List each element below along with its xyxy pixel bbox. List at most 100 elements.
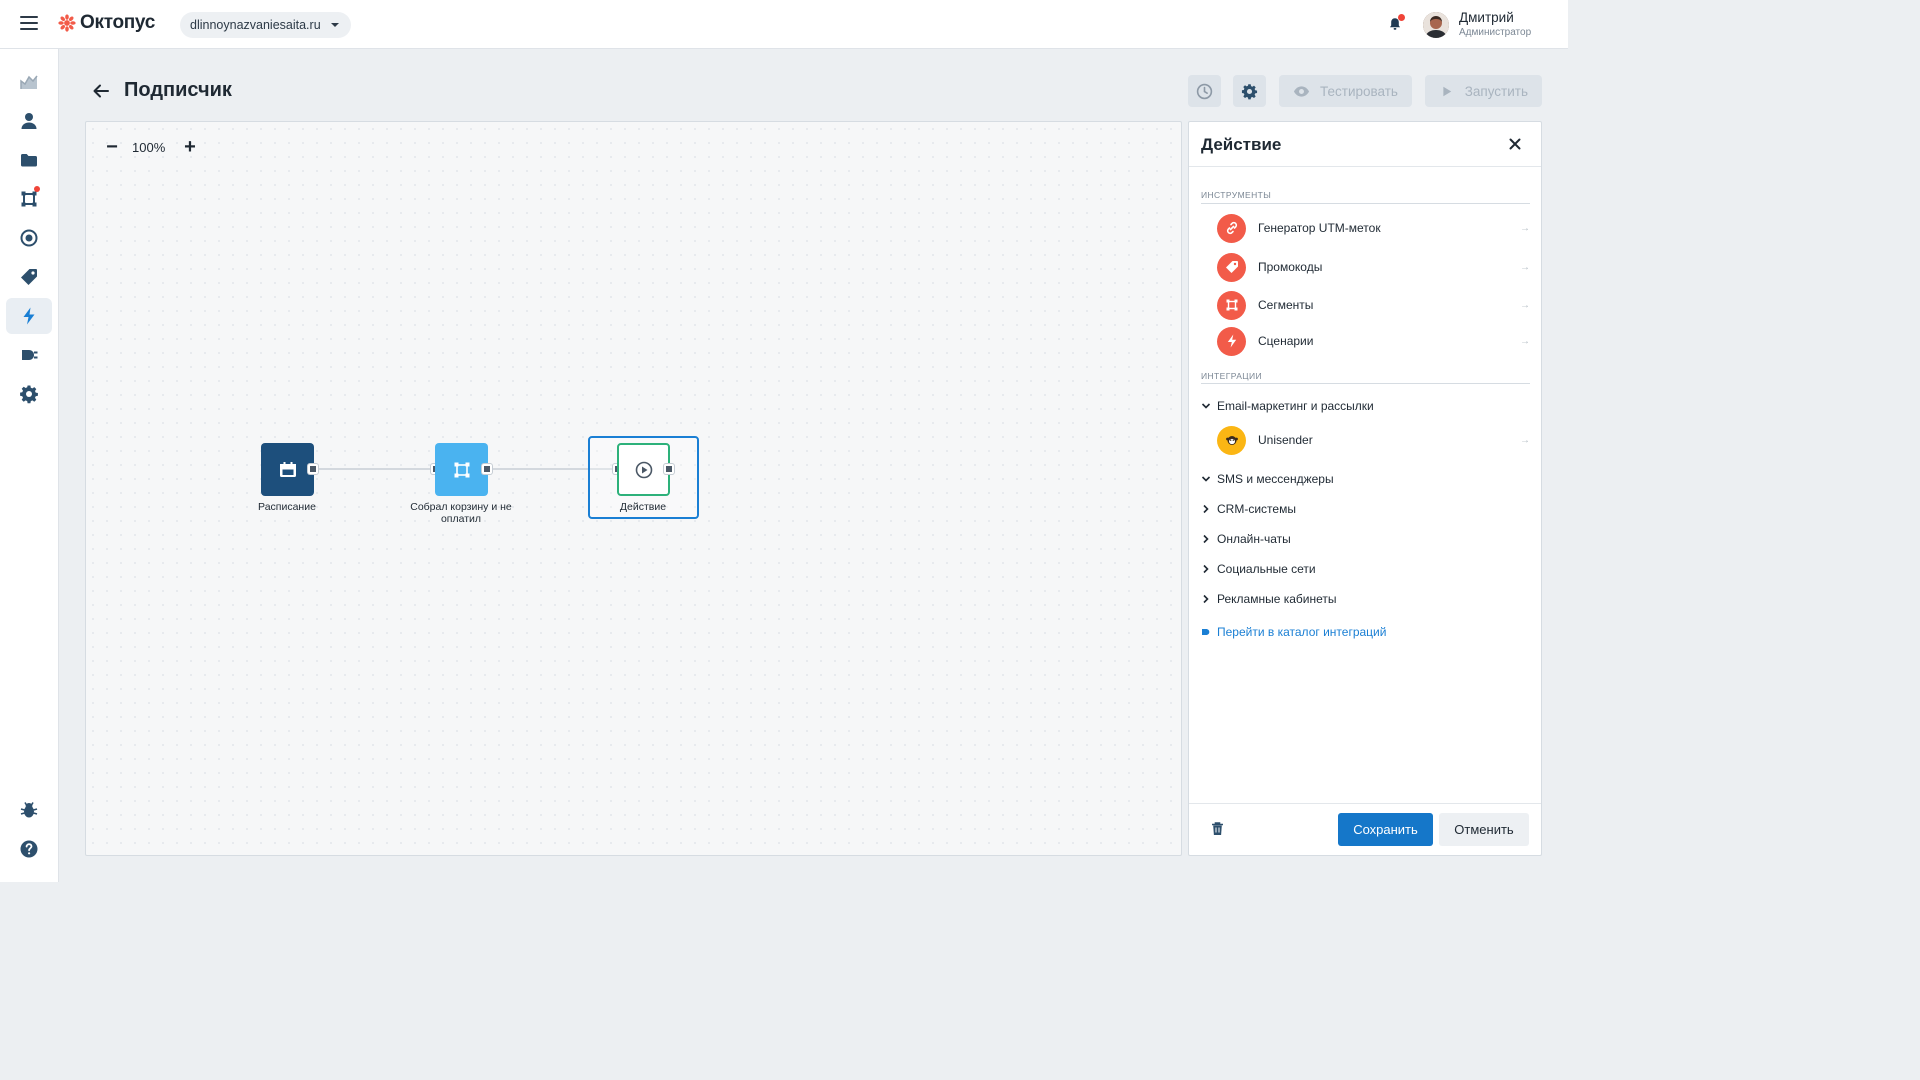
user-role: Администратор [1459, 27, 1532, 38]
rail-item-segments[interactable] [6, 181, 52, 217]
rail-item-files[interactable] [6, 142, 52, 178]
zoom-out-button[interactable]: − [102, 137, 122, 158]
avatar[interactable] [1423, 12, 1449, 38]
chevron-right-icon [1203, 564, 1209, 574]
integration-unisender[interactable]: Unisender → [1217, 425, 1530, 455]
rail-item-analytics[interactable] [6, 64, 52, 100]
rail-item-contacts[interactable] [6, 103, 52, 139]
back-arrow-icon[interactable] [91, 81, 111, 101]
run-button[interactable]: Запустить [1425, 75, 1542, 107]
tag-icon [1217, 252, 1246, 282]
group-email-marketing[interactable]: Email-маркетинг и рассылки [1201, 398, 1374, 414]
rail-item-promocodes[interactable] [6, 259, 52, 295]
plug-icon [22, 350, 38, 360]
group-social-networks[interactable]: Социальные сети [1201, 561, 1316, 577]
group-label: Социальные сети [1217, 562, 1316, 576]
divider [1201, 383, 1530, 384]
close-icon[interactable] [1507, 136, 1523, 152]
segment-icon [454, 462, 469, 477]
chart-icon [20, 75, 38, 89]
eye-icon [1293, 85, 1310, 97]
rail-badge [34, 186, 40, 192]
group-label: SMS и мессенджеры [1217, 472, 1334, 486]
arrow-right-icon: → [1520, 261, 1530, 273]
tool-segments[interactable]: Сегменты → [1217, 290, 1530, 320]
lightning-icon [1217, 326, 1246, 356]
tool-promocodes[interactable]: Промокоды → [1217, 252, 1530, 282]
arrow-right-icon: → [1520, 299, 1530, 311]
integrations-catalog-link[interactable]: Перейти в каталог интеграций [1201, 625, 1386, 639]
group-sms-messengers[interactable]: SMS и мессенджеры [1201, 471, 1334, 487]
plug-icon [1202, 629, 1210, 635]
node-label: Действие [619, 501, 667, 513]
notifications-button[interactable] [1387, 14, 1405, 32]
group-ad-cabinets[interactable]: Рекламные кабинеты [1201, 591, 1337, 607]
logo-text: Октопус [80, 12, 155, 33]
cancel-button[interactable]: Отменить [1439, 813, 1529, 846]
play-icon [1443, 86, 1452, 96]
gear-icon [1241, 83, 1258, 99]
bug-icon [20, 802, 38, 818]
group-crm[interactable]: CRM-системы [1201, 501, 1296, 517]
arrow-right-icon: → [1520, 222, 1530, 234]
run-button-label: Запустить [1464, 83, 1528, 99]
rail-item-bug-report[interactable] [6, 792, 52, 828]
site-select-value: dlinnoynazvaniesaita.ru [190, 18, 321, 32]
node-schedule[interactable] [261, 443, 314, 496]
play-circle-icon [635, 461, 652, 478]
connector-line [314, 468, 436, 470]
chevron-right-icon [1203, 594, 1209, 604]
chevron-down-icon [330, 23, 339, 27]
menu-icon[interactable] [20, 16, 38, 32]
trash-icon[interactable] [1209, 820, 1226, 837]
user-name: Дмитрий [1459, 10, 1514, 25]
lightning-icon [23, 307, 35, 325]
segment-icon [21, 191, 37, 207]
segment-icon [1217, 290, 1246, 320]
save-button[interactable]: Сохранить [1338, 813, 1433, 846]
chevron-down-icon [1201, 403, 1211, 409]
tool-scenarios[interactable]: Сценарии → [1217, 326, 1530, 356]
section-label-integrations: ИНТЕГРАЦИИ [1201, 371, 1262, 381]
output-port[interactable] [664, 464, 674, 474]
group-label: Email-маркетинг и рассылки [1217, 399, 1374, 413]
rail-item-help[interactable] [6, 831, 52, 867]
rail-item-settings[interactable] [6, 376, 52, 412]
node-action[interactable] [617, 443, 670, 496]
node-segment-condition[interactable] [435, 443, 488, 496]
node-label: Собрал корзину и не оплатил [410, 501, 512, 525]
monkey-icon [1217, 425, 1246, 455]
calendar-icon [279, 461, 296, 477]
history-button[interactable] [1188, 75, 1221, 107]
section-label-tools: ИНСТРУМЕНТЫ [1201, 190, 1272, 200]
folder-icon [21, 154, 37, 167]
output-port[interactable] [308, 464, 318, 474]
output-port[interactable] [482, 464, 492, 474]
chevron-right-icon [1203, 504, 1209, 514]
tool-label: Сценарии [1258, 334, 1314, 348]
tool-label: Промокоды [1258, 260, 1323, 274]
site-select[interactable]: dlinnoynazvaniesaita.ru [180, 12, 351, 38]
group-online-chats[interactable]: Онлайн-чаты [1201, 531, 1291, 547]
tool-utm-generator[interactable]: Генератор UTM-меток → [1217, 213, 1530, 243]
settings-button[interactable] [1233, 75, 1266, 107]
chevron-right-icon [1203, 534, 1209, 544]
group-label: Рекламные кабинеты [1217, 592, 1337, 606]
arrow-right-icon: → [1520, 335, 1530, 347]
rail-item-integrations[interactable] [6, 337, 52, 373]
rail-item-scenarios[interactable] [6, 298, 52, 334]
tool-label: Сегменты [1258, 298, 1314, 312]
avatar-image [1423, 12, 1449, 38]
target-icon [20, 229, 38, 247]
test-button[interactable]: Тестировать [1279, 75, 1412, 107]
tool-label: Генератор UTM-меток [1258, 221, 1381, 235]
logo[interactable]: Октопус [58, 12, 155, 34]
rail-item-goals[interactable] [6, 220, 52, 256]
zoom-in-button[interactable]: + [180, 137, 200, 158]
divider [1189, 166, 1541, 167]
divider [1189, 803, 1541, 804]
user-icon [21, 113, 37, 129]
zoom-level: 100% [132, 140, 166, 155]
left-rail [0, 49, 59, 882]
scenario-canvas[interactable]: − 100% + Расписание Собрал корзину и не … [85, 121, 1182, 856]
